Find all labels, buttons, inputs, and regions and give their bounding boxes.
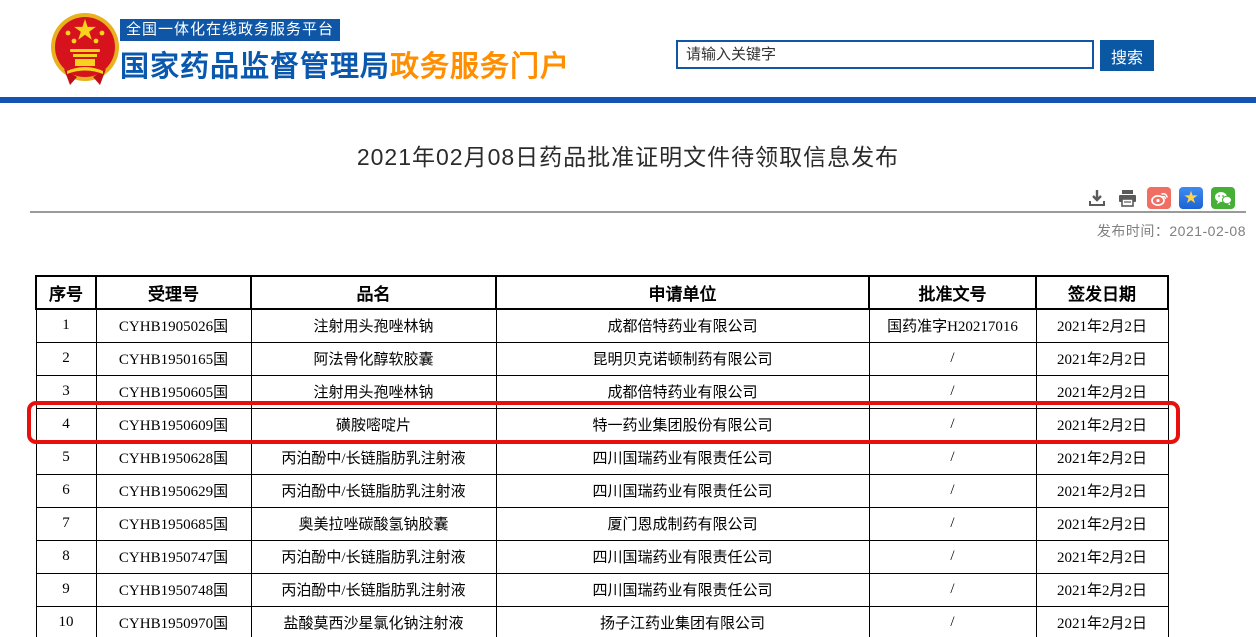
search-button[interactable]: 搜索 <box>1100 40 1154 71</box>
table-cell: / <box>869 540 1036 573</box>
table-cell: 阿法骨化醇软胶囊 <box>251 342 496 375</box>
table-cell: CYHB1950629国 <box>96 474 251 507</box>
wechat-share-icon[interactable] <box>1211 187 1235 209</box>
table-cell: 9 <box>36 573 96 606</box>
download-icon[interactable] <box>1085 187 1108 209</box>
table-cell: / <box>869 573 1036 606</box>
table-cell: 昆明贝克诺顿制药有限公司 <box>496 342 869 375</box>
table-cell: CYHB1950748国 <box>96 573 251 606</box>
col-header-product: 品名 <box>251 276 496 309</box>
table-cell: CYHB1950605国 <box>96 375 251 408</box>
table-cell: 2021年2月2日 <box>1036 408 1168 441</box>
table-cell: 成都倍特药业有限公司 <box>496 375 869 408</box>
table-cell: 5 <box>36 441 96 474</box>
table-cell: 丙泊酚中/长链脂肪乳注射液 <box>251 573 496 606</box>
table-cell: 2021年2月2日 <box>1036 573 1168 606</box>
table-row: 1CYHB1905026国注射用头孢唑林钠成都倍特药业有限公司国药准字H2021… <box>36 309 1168 342</box>
table-cell: CYHB1950970国 <box>96 606 251 637</box>
table-cell: 国药准字H20217016 <box>869 309 1036 342</box>
table-cell: 2 <box>36 342 96 375</box>
site-name: 国家药品监督管理局 <box>120 51 390 83</box>
table-cell: 3 <box>36 375 96 408</box>
table-cell: 磺胺嘧啶片 <box>251 408 496 441</box>
page-title: 2021年02月08日药品批准证明文件待领取信息发布 <box>0 138 1256 172</box>
col-header-issuedate: 签发日期 <box>1036 276 1168 309</box>
table-cell: 厦门恩成制药有限公司 <box>496 507 869 540</box>
page: 全国一体化在线政务服务平台 国家药品监督管理局政务服务门户 搜索 2021年02… <box>0 0 1256 637</box>
table-cell: 10 <box>36 606 96 637</box>
table-cell: / <box>869 342 1036 375</box>
table-header-row: 序号 受理号 品名 申请单位 批准文号 签发日期 <box>36 276 1168 309</box>
brand-block[interactable]: 全国一体化在线政务服务平台 国家药品监督管理局政务服务门户 <box>120 19 570 85</box>
table-row: 8CYHB1950747国丙泊酚中/长链脂肪乳注射液四川国瑞药业有限责任公司/2… <box>36 540 1168 573</box>
table-row: 3CYHB1950605国注射用头孢唑林钠成都倍特药业有限公司/2021年2月2… <box>36 375 1168 408</box>
table-cell: / <box>869 507 1036 540</box>
table-cell: 8 <box>36 540 96 573</box>
col-header-applicant: 申请单位 <box>496 276 869 309</box>
table-cell: / <box>869 375 1036 408</box>
table-cell: 四川国瑞药业有限责任公司 <box>496 540 869 573</box>
table-cell: 丙泊酚中/长链脂肪乳注射液 <box>251 441 496 474</box>
table-row: 5CYHB1950628国丙泊酚中/长链脂肪乳注射液四川国瑞药业有限责任公司/2… <box>36 441 1168 474</box>
table-cell: 丙泊酚中/长链脂肪乳注射液 <box>251 540 496 573</box>
site-header: 全国一体化在线政务服务平台 国家药品监督管理局政务服务门户 搜索 <box>0 0 1256 97</box>
print-icon[interactable] <box>1116 187 1139 209</box>
table-cell: 2021年2月2日 <box>1036 342 1168 375</box>
table-cell: 4 <box>36 408 96 441</box>
table-cell: CYHB1905026国 <box>96 309 251 342</box>
table-row: 10CYHB1950970国盐酸莫西沙星氯化钠注射液扬子江药业集团有限公司/20… <box>36 606 1168 637</box>
col-header-approval: 批准文号 <box>869 276 1036 309</box>
header-divider-bar <box>0 97 1256 103</box>
table-cell: 注射用头孢唑林钠 <box>251 309 496 342</box>
share-toolbar: ★ <box>1085 186 1235 210</box>
table-row: 6CYHB1950629国丙泊酚中/长链脂肪乳注射液四川国瑞药业有限责任公司/2… <box>36 474 1168 507</box>
table-cell: 盐酸莫西沙星氯化钠注射液 <box>251 606 496 637</box>
table-cell: CYHB1950747国 <box>96 540 251 573</box>
table-cell: CYHB1950609国 <box>96 408 251 441</box>
portal-name: 政务服务门户 <box>390 51 570 83</box>
table-cell: 2021年2月2日 <box>1036 474 1168 507</box>
search-input[interactable] <box>676 40 1094 69</box>
site-title: 国家药品监督管理局政务服务门户 <box>120 43 570 85</box>
table-cell: 1 <box>36 309 96 342</box>
content-divider <box>30 211 1246 213</box>
col-header-seq: 序号 <box>36 276 96 309</box>
table-body: 1CYHB1905026国注射用头孢唑林钠成都倍特药业有限公司国药准字H2021… <box>36 309 1168 637</box>
table-cell: 2021年2月2日 <box>1036 441 1168 474</box>
drug-approval-table: 序号 受理号 品名 申请单位 批准文号 签发日期 1CYHB1905026国注射… <box>35 275 1169 637</box>
table-row: 9CYHB1950748国丙泊酚中/长链脂肪乳注射液四川国瑞药业有限责任公司/2… <box>36 573 1168 606</box>
table-row: 2CYHB1950165国阿法骨化醇软胶囊昆明贝克诺顿制药有限公司/2021年2… <box>36 342 1168 375</box>
table-cell: 四川国瑞药业有限责任公司 <box>496 474 869 507</box>
national-emblem-logo[interactable] <box>50 11 120 86</box>
publish-time: 发布时间：2021-02-08 <box>0 221 1246 241</box>
table-cell: 奥美拉唑碳酸氢钠胶囊 <box>251 507 496 540</box>
table-cell: CYHB1950165国 <box>96 342 251 375</box>
table-cell: 四川国瑞药业有限责任公司 <box>496 441 869 474</box>
qzone-share-icon[interactable]: ★ <box>1179 187 1203 209</box>
table-row: 4CYHB1950609国磺胺嘧啶片特一药业集团股份有限公司/2021年2月2日 <box>36 408 1168 441</box>
platform-badge: 全国一体化在线政务服务平台 <box>120 19 340 41</box>
table-cell: 7 <box>36 507 96 540</box>
table-cell: 2021年2月2日 <box>1036 606 1168 637</box>
table-cell: / <box>869 606 1036 637</box>
table-cell: 丙泊酚中/长链脂肪乳注射液 <box>251 474 496 507</box>
table-cell: 扬子江药业集团有限公司 <box>496 606 869 637</box>
table-cell: CYHB1950685国 <box>96 507 251 540</box>
table-cell: 2021年2月2日 <box>1036 540 1168 573</box>
table-cell: 2021年2月2日 <box>1036 309 1168 342</box>
table-cell: 2021年2月2日 <box>1036 375 1168 408</box>
table-cell: 注射用头孢唑林钠 <box>251 375 496 408</box>
table-row: 7CYHB1950685国奥美拉唑碳酸氢钠胶囊厦门恩成制药有限公司/2021年2… <box>36 507 1168 540</box>
table-cell: 四川国瑞药业有限责任公司 <box>496 573 869 606</box>
col-header-acceptno: 受理号 <box>96 276 251 309</box>
table-cell: CYHB1950628国 <box>96 441 251 474</box>
table-cell: / <box>869 474 1036 507</box>
weibo-share-icon[interactable] <box>1147 187 1171 209</box>
table-cell: 2021年2月2日 <box>1036 507 1168 540</box>
table-cell: / <box>869 408 1036 441</box>
table-cell: 6 <box>36 474 96 507</box>
table-cell: / <box>869 441 1036 474</box>
table-cell: 成都倍特药业有限公司 <box>496 309 869 342</box>
table-cell: 特一药业集团股份有限公司 <box>496 408 869 441</box>
